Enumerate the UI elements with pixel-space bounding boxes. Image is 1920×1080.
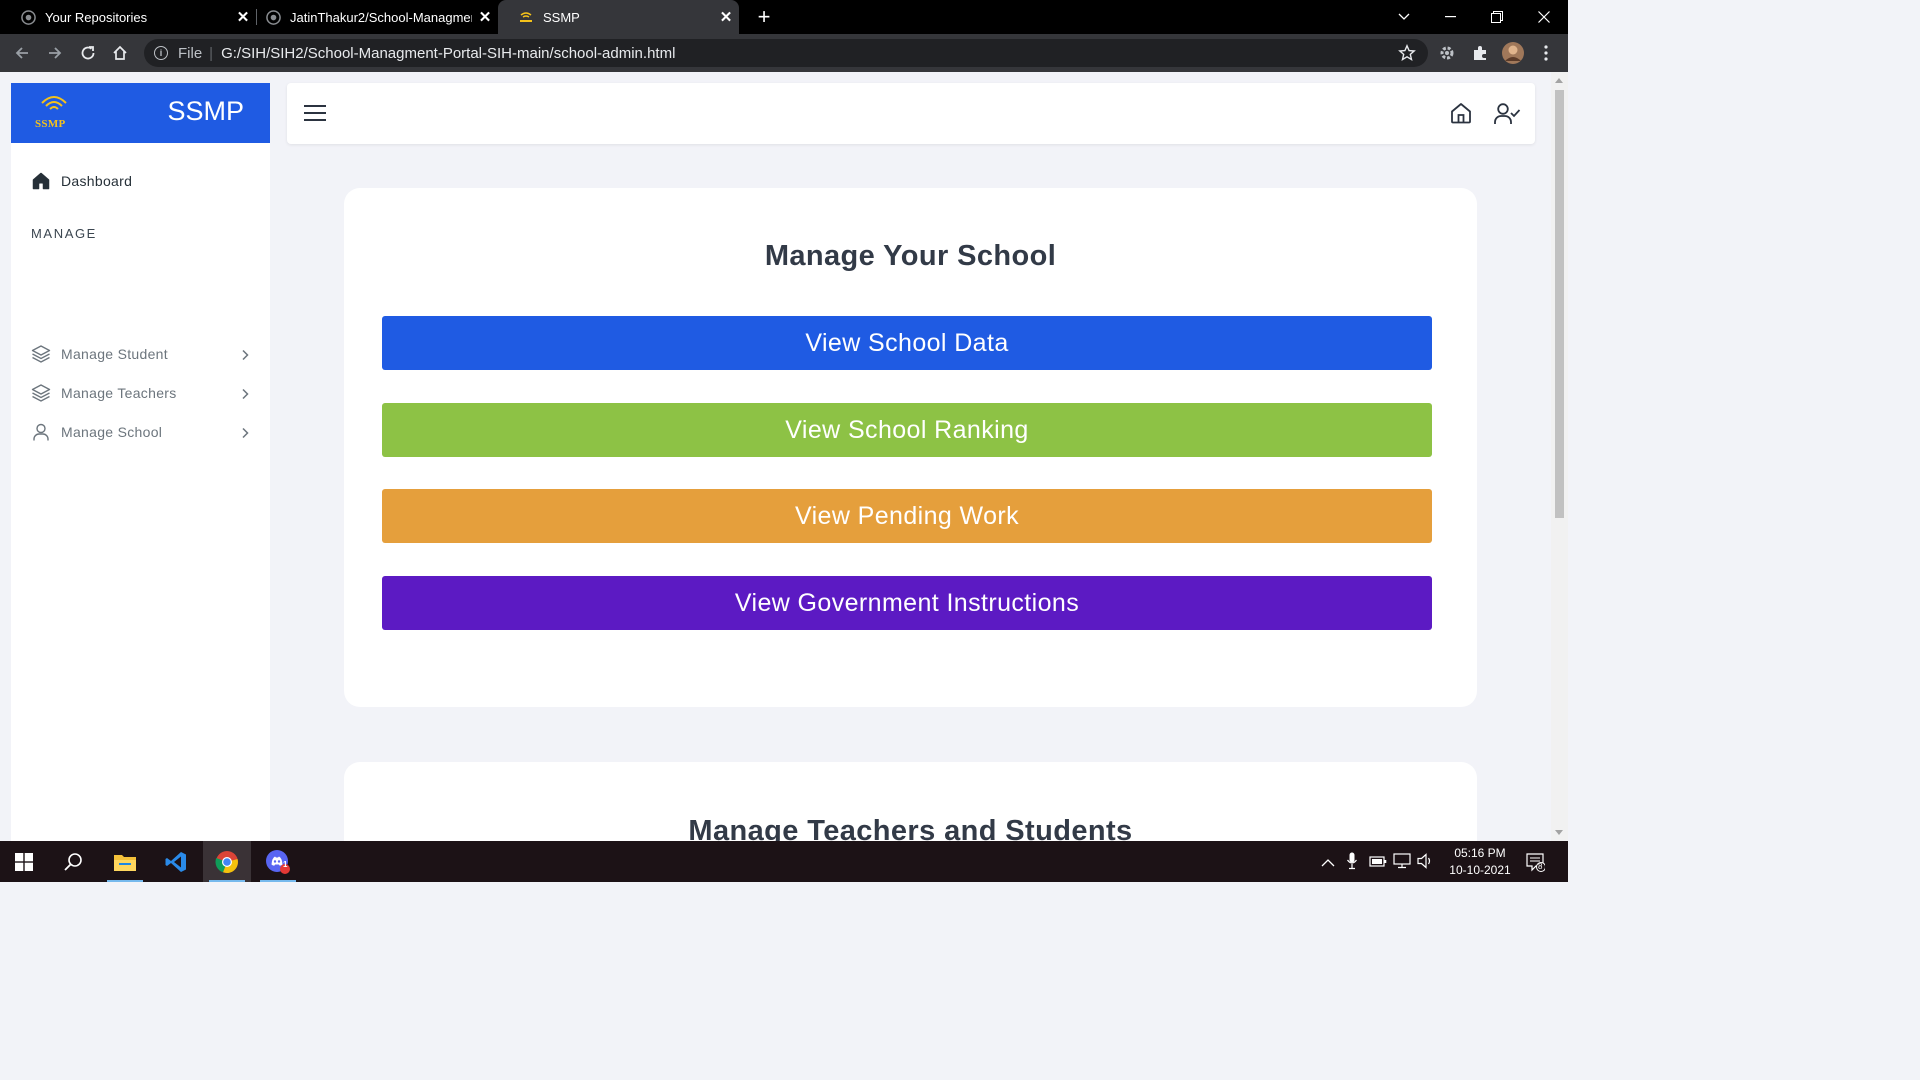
page-scrollbar[interactable] xyxy=(1551,72,1568,841)
windows-taskbar: 1 05:16 PM 10-10-2021 8 xyxy=(0,841,1568,882)
discord-icon[interactable]: 1 xyxy=(254,841,302,882)
address-protocol-label: File xyxy=(178,44,203,62)
scrollbar-thumb[interactable] xyxy=(1555,90,1564,518)
card-title: Manage Your School xyxy=(764,240,1057,272)
sidebar-item-dashboard[interactable]: Dashboard xyxy=(31,171,132,191)
layers-icon xyxy=(31,344,51,364)
sidebar-section-heading: MANAGE xyxy=(31,226,97,241)
manage-school-card: Manage Your School View School Data View… xyxy=(344,188,1477,707)
notification-center-icon[interactable]: 8 xyxy=(1525,852,1546,877)
manage-teachers-students-card: Manage Teachers and Students xyxy=(344,762,1477,841)
top-navbar xyxy=(287,83,1535,144)
user-check-icon[interactable] xyxy=(1493,102,1521,131)
vscode-icon[interactable] xyxy=(152,841,200,882)
browser-toolbar: i File | G:/SIH/SIH2/School-Managment-Po… xyxy=(0,34,1568,72)
extensions-puzzle-icon[interactable] xyxy=(1468,41,1492,65)
active-app-indicator xyxy=(260,880,296,882)
address-bar[interactable]: i File | G:/SIH/SIH2/School-Managment-Po… xyxy=(144,39,1428,67)
tab-search-icon[interactable] xyxy=(1381,0,1427,34)
brand-name: SSMP xyxy=(167,96,244,126)
tab-your-repositories[interactable]: Your Repositories ✕ xyxy=(0,0,256,34)
tab-ssmp[interactable]: SSMP ✕ xyxy=(498,0,739,34)
site-info-icon[interactable]: i xyxy=(154,46,168,60)
view-government-instructions-button[interactable]: View Government Instructions xyxy=(382,576,1432,630)
battery-icon[interactable] xyxy=(1369,854,1387,873)
close-tab-icon[interactable]: ✕ xyxy=(713,8,739,26)
close-window-button[interactable] xyxy=(1521,0,1567,34)
sidebar-item-manage-school[interactable]: Manage School xyxy=(31,419,249,445)
layers-icon xyxy=(31,383,51,403)
forward-button[interactable] xyxy=(43,41,67,65)
tab-title: JatinThakur2/School-Managment-Portal-SIH xyxy=(290,9,472,25)
active-app-indicator xyxy=(107,880,143,882)
home-icon xyxy=(31,171,51,191)
back-button[interactable] xyxy=(10,41,34,65)
address-url[interactable]: G:/SIH/SIH2/School-Managment-Portal-SIH-… xyxy=(221,45,675,62)
profile-avatar[interactable] xyxy=(1501,41,1525,65)
minimize-button[interactable] xyxy=(1427,0,1473,34)
github-icon xyxy=(265,9,281,25)
home-button[interactable] xyxy=(108,41,132,65)
system-clock[interactable]: 05:16 PM 10-10-2021 xyxy=(1440,845,1520,879)
page-viewport: SSMP SSMP Dashboard MANAGE Manage Studen… xyxy=(0,72,1568,841)
new-tab-button[interactable]: + xyxy=(752,4,776,30)
active-app-indicator xyxy=(209,880,245,882)
browser-menu-icon[interactable] xyxy=(1534,41,1558,65)
sidebar-item-manage-teachers[interactable]: Manage Teachers xyxy=(31,380,249,406)
clock-date: 10-10-2021 xyxy=(1449,863,1511,877)
sidebar: Dashboard MANAGE Manage Student Manage T… xyxy=(11,143,270,841)
ssmp-logo: SSMP xyxy=(33,91,81,133)
view-school-ranking-button[interactable]: View School Ranking xyxy=(382,403,1432,457)
ssmp-favicon-icon xyxy=(518,9,534,25)
logo-text: SSMP xyxy=(35,118,66,130)
chevron-right-icon xyxy=(241,348,249,364)
sidebar-item-manage-student[interactable]: Manage Student xyxy=(31,341,249,367)
discord-badge: 1 xyxy=(283,860,288,869)
menu-icon[interactable] xyxy=(304,103,326,123)
user-icon xyxy=(31,422,51,442)
restore-button[interactable] xyxy=(1474,0,1520,34)
search-icon[interactable] xyxy=(49,841,97,882)
scroll-down-arrow-icon[interactable] xyxy=(1555,830,1563,835)
bookmark-star-icon[interactable] xyxy=(1398,44,1416,66)
show-hidden-icons-chevron-icon[interactable] xyxy=(1321,855,1335,873)
microphone-icon[interactable] xyxy=(1346,852,1358,875)
chevron-right-icon xyxy=(241,426,249,442)
extension-gear-icon[interactable] xyxy=(1435,41,1459,65)
tab-title: Your Repositories xyxy=(45,9,148,25)
clock-time: 05:16 PM xyxy=(1454,846,1506,860)
sidebar-item-label: Manage School xyxy=(61,424,163,440)
card-title: Manage Teachers and Students xyxy=(688,815,1133,841)
sidebar-item-label: Dashboard xyxy=(61,173,133,189)
tab-github-repo[interactable]: JatinThakur2/School-Managment-Portal-SIH… xyxy=(245,0,498,34)
sidebar-item-label: Manage Teachers xyxy=(61,385,177,401)
view-school-data-button[interactable]: View School Data xyxy=(382,316,1432,370)
tab-title: SSMP xyxy=(543,9,580,25)
brand-header[interactable]: SSMP SSMP xyxy=(11,83,270,143)
close-tab-icon[interactable]: ✕ xyxy=(472,8,498,26)
reload-button[interactable] xyxy=(76,41,100,65)
chevron-right-icon xyxy=(241,387,249,403)
address-divider: | xyxy=(209,44,214,62)
windows-start-icon[interactable] xyxy=(0,841,48,882)
view-pending-work-button[interactable]: View Pending Work xyxy=(382,489,1432,543)
chrome-icon[interactable] xyxy=(203,841,251,882)
network-icon[interactable] xyxy=(1393,853,1411,874)
browser-tab-bar: Your Repositories ✕ JatinThakur2/School-… xyxy=(0,0,1568,34)
file-explorer-icon[interactable] xyxy=(101,841,149,882)
github-icon xyxy=(20,9,36,25)
notification-count: 8 xyxy=(1538,862,1543,871)
sidebar-item-label: Manage Student xyxy=(61,346,168,362)
volume-icon[interactable] xyxy=(1417,853,1435,874)
wifi-logo-icon xyxy=(41,96,67,110)
home-icon[interactable] xyxy=(1449,101,1473,130)
scroll-up-arrow-icon[interactable] xyxy=(1555,78,1563,83)
